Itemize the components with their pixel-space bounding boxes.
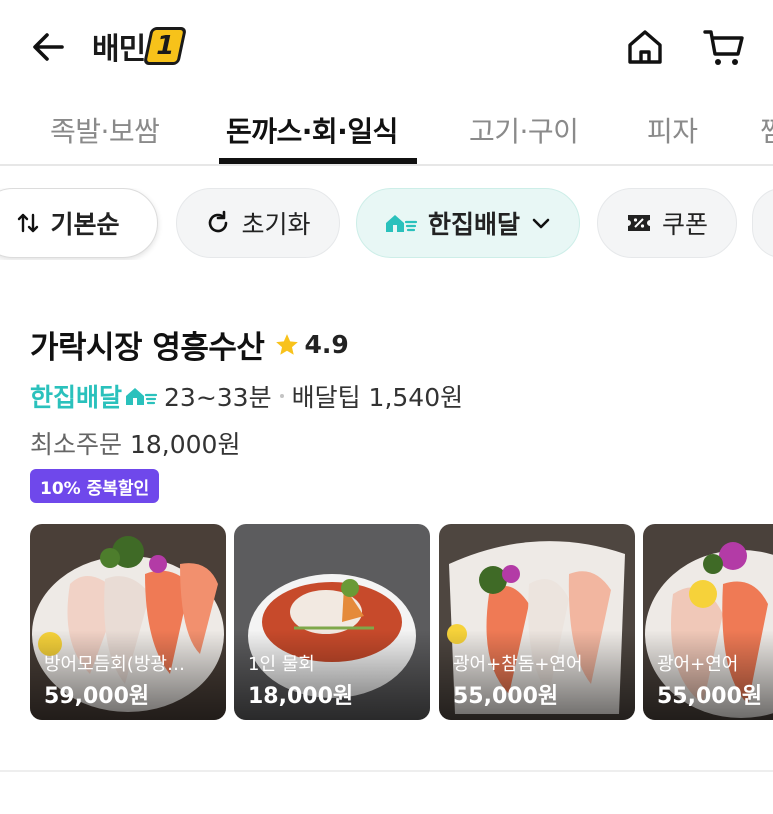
menu-item[interactable]: 광어+참돔+연어 55,000원 (439, 524, 635, 720)
hanjip-delivery-filter[interactable]: 한집배달 (356, 188, 580, 258)
more-filter-chip[interactable] (752, 188, 773, 258)
hanjip-delivery-icon (385, 215, 418, 232)
active-tab-indicator (219, 158, 417, 164)
sort-label: 기본순 (50, 210, 120, 239)
app-header: 배민 1 (0, 0, 773, 96)
menu-price: 55,000원 (657, 684, 763, 709)
menu-item[interactable]: 방어모듬회(방광… 59,000원 (30, 524, 226, 720)
filter-chips: 기본순 초기화 한집배달 쿠폰 (0, 188, 773, 260)
home-icon[interactable] (624, 26, 666, 68)
reset-button[interactable]: 초기화 (176, 188, 340, 258)
sort-button[interactable]: 기본순 (0, 188, 158, 258)
coupon-filter[interactable]: 쿠폰 (597, 188, 737, 258)
store-rating: 4.9 (304, 330, 349, 359)
chevron-down-icon (532, 218, 550, 229)
menu-item[interactable]: 광어+연어 55,000원 (643, 524, 773, 720)
coupon-label: 쿠폰 (661, 210, 708, 239)
star-icon (276, 333, 299, 355)
coupon-icon (627, 215, 650, 231)
tab-pizza[interactable]: 피자 (647, 110, 698, 150)
section-divider (0, 770, 773, 772)
tab-jjim[interactable]: 찜 (760, 110, 773, 150)
store-title-row[interactable]: 가락시장 영흥수산 4.9 (30, 322, 349, 367)
hanjip-delivery-icon (126, 388, 158, 405)
category-tabs: 족발·보쌈 돈까스·회·일식 고기·구이 피자 찜 (0, 96, 773, 166)
store-name: 가락시장 영흥수산 (30, 330, 265, 366)
logo-text: 배민 (92, 32, 146, 67)
delivery-tip: 배달팁 1,540원 (291, 383, 464, 412)
min-order-value: 18,000원 (129, 430, 241, 459)
refresh-icon (209, 210, 228, 233)
separator-dot (279, 394, 284, 398)
delivery-info: 한집배달 23~33분 배달팁 1,540원 (30, 378, 463, 414)
tab-donkatsu-hoe-ilsik[interactable]: 돈까스·회·일식 (226, 110, 398, 150)
menu-price: 18,000원 (248, 684, 354, 709)
menu-price: 55,000원 (453, 684, 559, 709)
menu-item[interactable]: 1인 물회 18,000원 (234, 524, 430, 720)
delivery-type: 한집배달 (30, 383, 123, 412)
baemin-one-logo: 배민 1 (92, 26, 188, 67)
reset-label: 초기화 (241, 210, 311, 239)
tab-gogi-gui[interactable]: 고기·구이 (469, 110, 579, 150)
min-order: 최소주문 18,000원 (30, 425, 240, 461)
menu-name: 광어+참돔+연어 (453, 654, 583, 675)
menu-name: 광어+연어 (657, 654, 739, 675)
menu-price: 59,000원 (44, 684, 150, 709)
hanjip-label: 한집배달 (427, 210, 520, 239)
discount-badge: 10% 중복할인 (30, 469, 160, 503)
min-order-label: 최소주문 (30, 430, 123, 459)
menu-name: 1인 물회 (248, 654, 315, 675)
sort-icon (18, 213, 39, 233)
cart-icon[interactable] (702, 26, 746, 68)
delivery-time: 23~33분 (164, 383, 272, 412)
menu-thumbnails: 방어모듬회(방광… 59,000원 1인 물회 18,000원 광어+참돔+연어… (0, 524, 773, 720)
arrow-left-icon[interactable] (28, 26, 70, 68)
logo-number: 1 (143, 27, 188, 65)
menu-name: 방어모듬회(방광… (44, 654, 185, 675)
tab-jokbal-bossam[interactable]: 족발·보쌈 (50, 110, 160, 150)
